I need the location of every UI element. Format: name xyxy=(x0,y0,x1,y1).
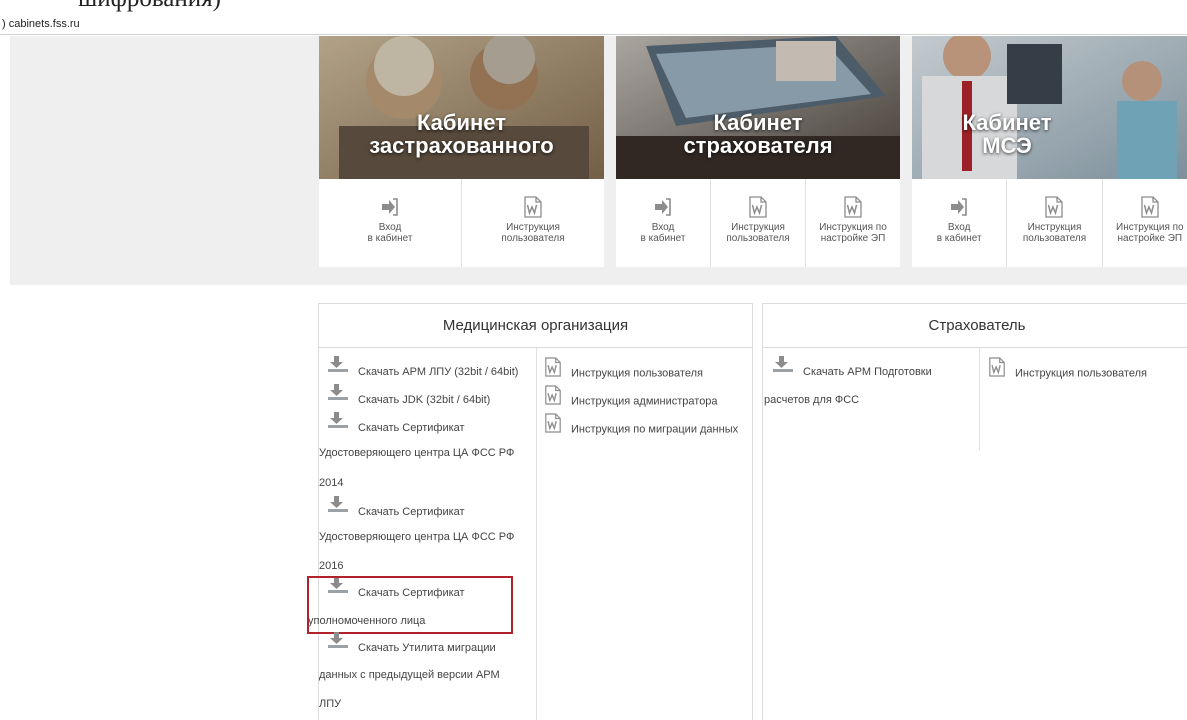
card-title: Кабинет застрахованного xyxy=(369,110,554,158)
panel-heading: Медицинская организация xyxy=(319,304,752,348)
download-icon xyxy=(328,383,348,411)
word-document-icon xyxy=(806,196,900,218)
url-text: cabinets.fss.ru xyxy=(8,18,80,30)
insurer-user-manual-link[interactable]: Инструкция пользователя xyxy=(988,357,1147,389)
url-prefix: ) xyxy=(2,18,6,30)
migration-manual-link[interactable]: Инструкция по миграции данных xyxy=(544,413,738,445)
download-jdk-link[interactable]: Скачать JDK (32bit / 64bit) xyxy=(328,383,490,414)
admin-manual-link[interactable]: Инструкция администратора xyxy=(544,385,718,417)
word-document-icon xyxy=(1103,196,1187,218)
login-link[interactable]: Вход в кабинет xyxy=(616,179,711,267)
login-arrow-icon xyxy=(912,196,1006,218)
download-certificate-2014-year[interactable]: 2014 xyxy=(319,476,343,490)
user-manual-link[interactable]: Инструкция пользователя xyxy=(711,179,806,267)
word-document-icon xyxy=(462,196,604,218)
login-arrow-icon xyxy=(319,196,461,218)
download-certificate-2016-continuation[interactable]: Удостоверяющего центра ЦА ФСС РФ xyxy=(319,530,514,544)
word-document-icon xyxy=(711,196,805,218)
download-migration-utility-link[interactable]: Скачать Утилита миграции xyxy=(328,631,496,662)
download-arm-lpu-link[interactable]: Скачать АРМ ЛПУ (32bit / 64bit) xyxy=(328,355,518,386)
word-document-icon xyxy=(544,385,562,416)
login-link[interactable]: Вход в кабинет xyxy=(912,179,1008,267)
download-icon xyxy=(328,495,348,523)
download-arm-preparation-continuation[interactable]: расчетов для ФСС xyxy=(764,393,859,407)
download-certificate-2014-link[interactable]: Скачать Сертификат xyxy=(328,411,465,442)
cabinet-card-insurer: Кабинет страхователя Вход в кабинет Инст… xyxy=(616,36,900,267)
login-arrow-icon xyxy=(616,196,710,218)
word-document-icon xyxy=(544,413,562,444)
cabinet-card-mse: Кабинет МСЭ Вход в кабинет Инструкция по… xyxy=(912,36,1187,267)
download-icon xyxy=(328,355,348,383)
user-manual-link[interactable]: Инструкция пользователя xyxy=(544,357,703,389)
signature-setup-manual-link[interactable]: Инструкция по настройке ЭП xyxy=(806,179,900,267)
user-manual-link[interactable]: Инструкция пользователя xyxy=(1007,179,1103,267)
panel-heading: Страхователь xyxy=(763,304,1187,348)
column-divider xyxy=(536,348,537,720)
download-certificate-2016-year[interactable]: 2016 xyxy=(319,559,343,573)
document-text-fragment: шифрования) xyxy=(78,0,221,13)
download-migration-utility-continuation[interactable]: данных с предыдущей версии АРМ xyxy=(319,668,500,682)
signature-setup-manual-link[interactable]: Инструкция по настройке ЭП xyxy=(1103,179,1187,267)
card-title: Кабинет страхователя xyxy=(683,110,833,158)
word-document-icon xyxy=(544,357,562,388)
cabinet-card-insured: Кабинет застрахованного Вход в кабинет И… xyxy=(319,36,604,267)
download-arm-preparation-link[interactable]: Скачать АРМ Подготовки xyxy=(773,355,932,386)
word-document-icon xyxy=(1007,196,1101,218)
login-link[interactable]: Вход в кабинет xyxy=(319,179,462,267)
word-document-icon xyxy=(988,357,1006,388)
download-icon xyxy=(328,631,348,659)
highlight-annotation xyxy=(307,576,513,634)
card-title: Кабинет МСЭ xyxy=(962,110,1052,158)
download-icon xyxy=(773,355,793,383)
download-certificate-2014-continuation[interactable]: Удостоверяющего центра ЦА ФСС РФ xyxy=(319,446,514,460)
download-migration-utility-tail[interactable]: ЛПУ xyxy=(319,697,341,711)
user-manual-link[interactable]: Инструкция пользователя xyxy=(462,179,604,267)
download-certificate-2016-link[interactable]: Скачать Сертификат xyxy=(328,495,465,526)
address-bar[interactable]: ) cabinets.fss.ru xyxy=(0,14,1187,35)
column-divider xyxy=(979,348,980,450)
download-icon xyxy=(328,411,348,439)
card-photo-doctor xyxy=(912,36,1187,179)
